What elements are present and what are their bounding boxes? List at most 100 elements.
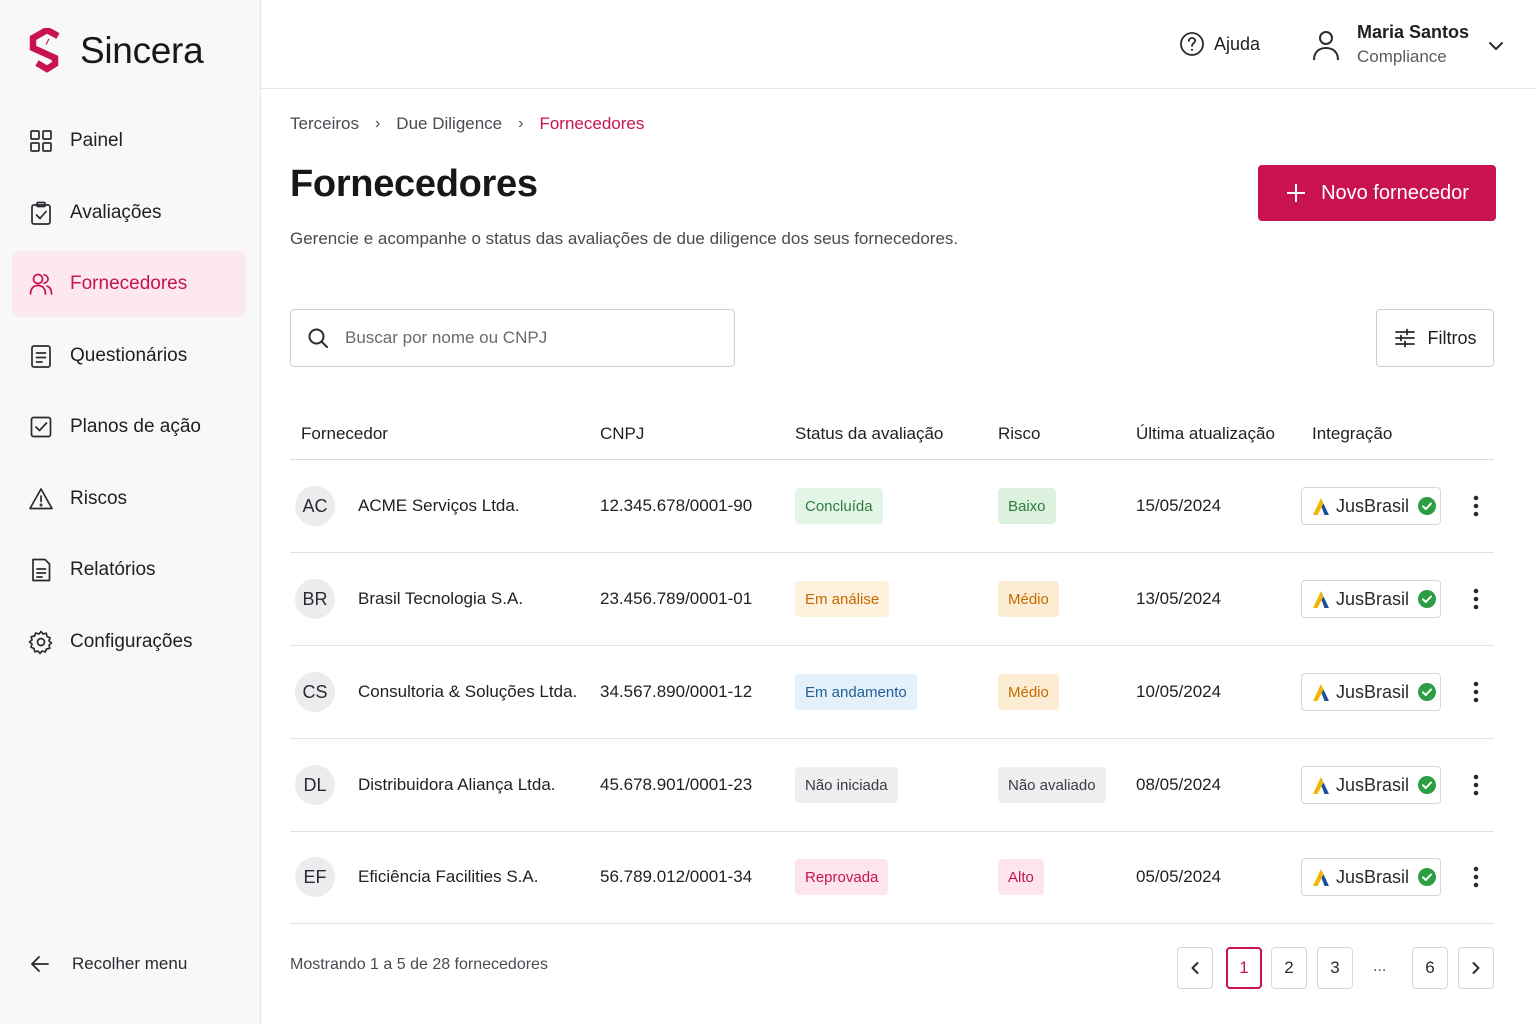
pagination-next-button[interactable] [1458, 947, 1494, 989]
table-row[interactable]: BR Brasil Tecnologia S.A. 23.456.789/0001-… [290, 553, 1494, 646]
pagination-page-1[interactable]: 1 [1226, 947, 1262, 989]
jusbrasil-logo-icon [1313, 498, 1329, 515]
integration-badge[interactable]: JusBrasil [1301, 580, 1441, 618]
table-row[interactable]: EF Eficiência Facilities S.A. 56.789.012/0… [290, 831, 1494, 924]
pagination-prev-button[interactable] [1177, 947, 1213, 989]
search-box [290, 309, 735, 367]
supplier-cell: EF [295, 831, 335, 923]
sidebar-item-fornecedores[interactable]: Fornecedores [12, 251, 246, 317]
supplier-name[interactable]: Distribuidora Aliança Ltda. [358, 739, 556, 831]
new-supplier-button[interactable]: Novo fornecedor [1258, 165, 1496, 221]
more-vertical-icon[interactable] [1464, 770, 1488, 800]
sidebar-item-riscos[interactable]: Riscos [12, 466, 246, 532]
check-circle-icon [1418, 590, 1437, 608]
user-menu[interactable]: Maria Santos Compliance [1309, 20, 1503, 70]
sidebar-item-label: Riscos [70, 487, 128, 509]
sidebar-item-label: Fornecedores [70, 273, 188, 294]
sidebar-item-questionarios[interactable]: Questionários [12, 323, 246, 389]
sidebar-item-planos-de-acao[interactable]: Planos de ação [12, 394, 246, 460]
sidebar-item-label: Configurações [70, 630, 193, 652]
row-actions [1464, 460, 1488, 552]
integration-badge[interactable]: JusBrasil [1301, 673, 1441, 711]
filters-label: Filtros [1427, 327, 1477, 348]
clipboard-check-icon [28, 200, 54, 226]
supplier-avatar: BR [295, 579, 335, 619]
supplier-name[interactable]: Brasil Tecnologia S.A. [358, 553, 523, 645]
help-button[interactable]: Ajuda [1179, 31, 1260, 57]
search-icon [308, 328, 328, 348]
table-row[interactable]: CS Consultoria & Soluções Ltda. 34.567.890… [290, 646, 1494, 739]
sidebar: Sincera Painel Avaliações Fornecedores Q… [0, 0, 261, 1024]
sidebar-item-configuracoes[interactable]: Configurações [12, 609, 246, 675]
more-vertical-icon[interactable] [1464, 677, 1488, 707]
column-header-risco[interactable]: Risco [998, 424, 1041, 444]
app-name: Sincera [80, 30, 204, 71]
column-header-fornecedor[interactable]: Fornecedor [301, 424, 388, 444]
sidebar-item-relatorios[interactable]: Relatórios [12, 537, 246, 603]
integration-cell: JusBrasil [1301, 646, 1441, 738]
sidebar-item-avaliacoes[interactable]: Avaliações [12, 180, 246, 246]
breadcrumb: Terceiros › Due Diligence › Fornecedores [290, 114, 644, 134]
pagination-summary: Mostrando 1 a 5 de 28 fornecedores [290, 956, 548, 973]
filters-button[interactable]: Filtros [1376, 309, 1494, 367]
chevron-right-icon [1472, 962, 1480, 974]
user-role: Compliance [1357, 47, 1447, 66]
help-circle-icon [1180, 32, 1204, 56]
status-badge: Em andamento [795, 674, 917, 710]
pagination-page-3[interactable]: 3 [1317, 947, 1353, 989]
supplier-name[interactable]: Consultoria & Soluções Ltda. [358, 646, 577, 738]
more-vertical-icon[interactable] [1464, 584, 1488, 614]
last-updated: 05/05/2024 [1136, 867, 1222, 886]
chevron-down-icon[interactable] [1487, 37, 1505, 55]
table-row[interactable]: AC ACME Serviços Ltda. 12.345.678/0001-90 C… [290, 460, 1494, 553]
supplier-cnpj: 12.345.678/0001-90 [600, 496, 753, 515]
integration-badge[interactable]: JusBrasil [1301, 487, 1441, 525]
row-actions [1464, 739, 1488, 831]
pagination-page-6[interactable]: 6 [1412, 947, 1448, 989]
supplier-name[interactable]: Eficiência Facilities S.A. [358, 831, 538, 923]
new-supplier-label: Novo fornecedor [1321, 181, 1469, 204]
integration-badge[interactable]: JusBrasil [1301, 766, 1441, 804]
more-vertical-icon[interactable] [1464, 491, 1488, 521]
integration-cell: JusBrasil [1301, 739, 1441, 831]
integration-cell: JusBrasil [1301, 831, 1441, 923]
column-header-status[interactable]: Status da avaliação [795, 424, 943, 444]
sidebar-item-painel[interactable]: Painel [12, 108, 246, 174]
supplier-cnpj: 45.678.901/0001-23 [600, 775, 753, 794]
sidebar-item-label: Painel [70, 130, 123, 151]
last-updated: 10/05/2024 [1136, 682, 1222, 701]
search-input[interactable] [345, 328, 705, 348]
jusbrasil-logo-icon [1313, 591, 1329, 608]
sidebar-item-label: Questionários [70, 344, 188, 366]
breadcrumb-item-due-diligence[interactable]: Due Diligence [396, 114, 502, 134]
sliders-icon [1394, 328, 1415, 348]
jusbrasil-logo-icon [1313, 777, 1329, 794]
integration-cell: JusBrasil [1301, 460, 1441, 552]
row-actions [1464, 646, 1488, 738]
supplier-name[interactable]: ACME Serviços Ltda. [358, 460, 520, 552]
pagination-page-2[interactable]: 2 [1271, 947, 1307, 989]
risk-badge: Não avaliado [998, 767, 1106, 803]
sidebar-nav: Painel Avaliações Fornecedores Questioná… [12, 108, 246, 680]
supplier-cell: BR [295, 553, 335, 645]
status-cell: Concluída [795, 460, 883, 552]
status-badge: Reprovada [795, 859, 889, 895]
column-header-ultima-atualizacao[interactable]: Última atualização [1136, 424, 1275, 444]
integration-badge[interactable]: JusBrasil [1301, 858, 1441, 896]
chevron-right-icon: › [374, 115, 381, 132]
more-vertical-icon[interactable] [1464, 862, 1488, 892]
risk-cell: Baixo [998, 460, 1056, 552]
arrow-left-icon [31, 956, 49, 972]
supplier-avatar: CS [295, 672, 335, 712]
plus-icon [1287, 184, 1306, 202]
status-badge: Em análise [795, 581, 890, 617]
status-badge: Concluída [795, 488, 883, 524]
breadcrumb-item-terceiros[interactable]: Terceiros [290, 114, 359, 134]
status-cell: Em andamento [795, 646, 917, 738]
app-logo[interactable]: Sincera [28, 28, 204, 74]
column-header-integracao[interactable]: Integração [1312, 424, 1392, 444]
collapse-menu-button[interactable]: Recolher menu [28, 952, 187, 976]
table-row[interactable]: DL Distribuidora Aliança Ltda. 45.678.901/… [290, 739, 1494, 832]
help-label: Ajuda [1214, 33, 1261, 54]
column-header-cnpj[interactable]: CNPJ [600, 424, 644, 444]
